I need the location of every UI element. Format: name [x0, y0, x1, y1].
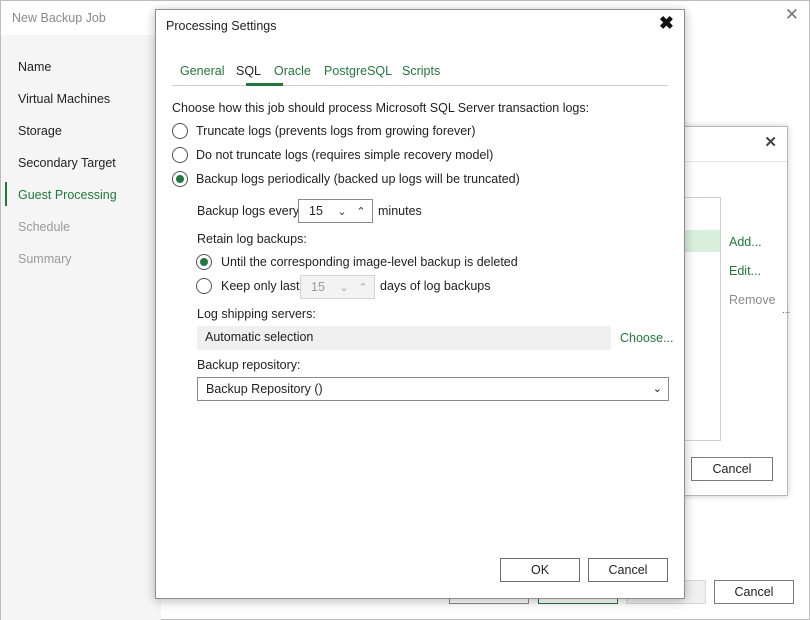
keep-last-days-stepper: 15 ⌄ ⌃ — [300, 275, 375, 299]
ellipsis-icon: ... — [782, 305, 791, 316]
window-close-icon[interactable]: ✕ — [785, 5, 799, 25]
retain-until-deleted-label[interactable]: Until the corresponding image-level back… — [221, 255, 518, 269]
ok-button[interactable]: OK — [500, 558, 580, 582]
step-guest-processing[interactable]: Guest Processing — [18, 188, 117, 202]
wizard-steps-sidebar: Name Virtual Machines Storage Secondary … — [1, 35, 161, 620]
edit-link[interactable]: Edit... — [729, 264, 761, 278]
keep-last-days-value: 15 — [311, 280, 325, 294]
tab-general[interactable]: General — [180, 64, 224, 78]
chevron-down-icon[interactable]: ⌄ — [653, 382, 662, 395]
chevron-down-icon[interactable]: ⌄ — [333, 201, 351, 221]
dialog-close-icon[interactable]: ✖ — [659, 13, 674, 34]
active-tab-indicator — [246, 83, 283, 86]
keep-only-last-label[interactable]: Keep only last: — [221, 279, 303, 293]
tab-scripts[interactable]: Scripts — [402, 64, 440, 78]
truncate-logs-label[interactable]: Truncate logs (prevents logs from growin… — [196, 124, 476, 138]
backup-every-label: Backup logs every: — [197, 204, 303, 218]
tab-oracle[interactable]: Oracle — [274, 64, 311, 78]
log-shipping-servers-value: Automatic selection — [205, 330, 314, 344]
remove-link: Remove — [729, 293, 776, 307]
add-link[interactable]: Add... — [729, 235, 762, 249]
step-secondary-target[interactable]: Secondary Target — [18, 156, 116, 170]
step-virtual-machines[interactable]: Virtual Machines — [18, 92, 110, 106]
retain-log-backups-label: Retain log backups: — [197, 232, 307, 246]
step-storage[interactable]: Storage — [18, 124, 62, 138]
backup-interval-stepper[interactable]: 15 ⌄ ⌃ — [298, 199, 373, 223]
backup-repository-value[interactable]: Backup Repository () — [206, 382, 323, 396]
do-not-truncate-label[interactable]: Do not truncate logs (requires simple re… — [196, 148, 493, 162]
backup-logs-periodically-radio[interactable] — [172, 171, 188, 187]
backup-repository-select[interactable]: Backup Repository () ⌄ — [197, 377, 669, 401]
keep-only-last-radio[interactable] — [196, 278, 212, 294]
tab-postgresql[interactable]: PostgreSQL — [324, 64, 392, 78]
do-not-truncate-radio[interactable] — [172, 147, 188, 163]
tab-bar: General SQL Oracle PostgreSQL Scripts — [172, 64, 668, 86]
wizard-cancel-button[interactable]: Cancel — [714, 580, 794, 604]
log-shipping-servers-label: Log shipping servers: — [197, 307, 316, 321]
processing-settings-dialog: Processing Settings ✖ General SQL Oracle… — [155, 9, 685, 599]
keep-last-unit: days of log backups — [380, 279, 491, 293]
backup-repository-label: Backup repository: — [197, 358, 301, 372]
transaction-logs-prompt: Choose how this job should process Micro… — [172, 101, 590, 115]
cancel-button[interactable]: Cancel — [588, 558, 668, 582]
step-summary: Summary — [18, 252, 72, 266]
step-schedule: Schedule — [18, 220, 71, 234]
backup-every-unit: minutes — [378, 204, 422, 218]
step-name[interactable]: Name — [18, 60, 51, 74]
retain-until-deleted-radio[interactable] — [196, 254, 212, 270]
backup-logs-periodically-label[interactable]: Backup logs periodically (backed up logs… — [196, 172, 520, 186]
chevron-up-icon[interactable]: ⌃ — [352, 201, 370, 221]
chevron-up-icon: ⌃ — [358, 281, 368, 294]
backup-interval-value[interactable]: 15 — [309, 204, 323, 218]
chevron-down-icon: ⌄ — [339, 281, 349, 294]
mid-cancel-button[interactable]: Cancel — [691, 457, 773, 481]
tab-sql[interactable]: SQL — [236, 64, 261, 78]
active-step-marker — [5, 182, 7, 206]
choose-servers-link[interactable]: Choose... — [620, 331, 674, 345]
window-title: New Backup Job — [12, 11, 106, 25]
log-shipping-servers-field: Automatic selection — [197, 326, 611, 350]
mid-dialog-close-icon[interactable]: ✕ — [764, 133, 777, 151]
truncate-logs-radio[interactable] — [172, 123, 188, 139]
dialog-title: Processing Settings — [166, 19, 277, 33]
